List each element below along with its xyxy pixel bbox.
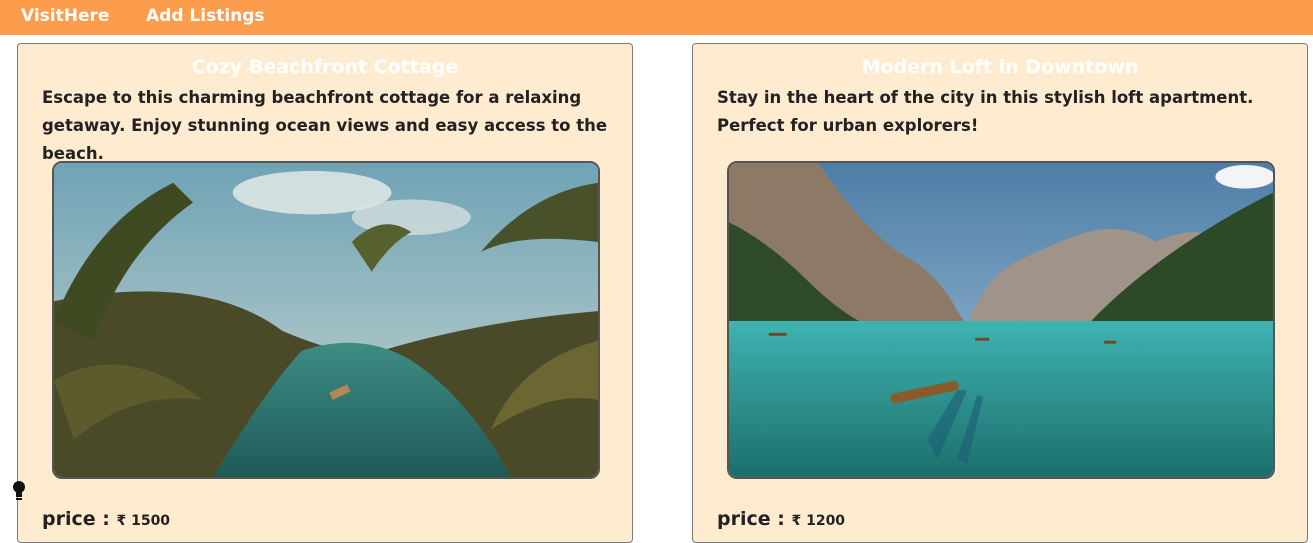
listing-price: price : ₹ 1200 — [717, 508, 845, 530]
listing-description: Stay in the heart of the city in this st… — [717, 88, 1254, 135]
price-value: ₹ 1500 — [116, 513, 171, 529]
listing-card[interactable]: Modern Loft in Downtown Stay in the hear… — [692, 43, 1308, 543]
lightbulb-icon — [10, 480, 28, 502]
listing-card[interactable]: Cozy Beachfront Cottage Escape to this c… — [17, 43, 633, 543]
brand-link[interactable]: VisitHere — [21, 6, 109, 26]
listing-image-tropical-river[interactable] — [52, 161, 600, 479]
listing-image-mountain-lake[interactable] — [727, 161, 1275, 479]
listing-description: Escape to this charming beachfront cotta… — [42, 88, 608, 163]
price-label: price : — [42, 508, 117, 530]
price-value: ₹ 1200 — [791, 513, 846, 529]
listing-title[interactable]: Cozy Beachfront Cottage — [18, 56, 632, 78]
top-navbar: VisitHere Add Listings — [0, 0, 1313, 35]
listing-price: price : ₹ 1500 — [42, 508, 170, 530]
listing-title[interactable]: Modern Loft in Downtown — [693, 56, 1307, 78]
add-listings-link[interactable]: Add Listings — [146, 6, 265, 26]
price-label: price : — [717, 508, 792, 530]
